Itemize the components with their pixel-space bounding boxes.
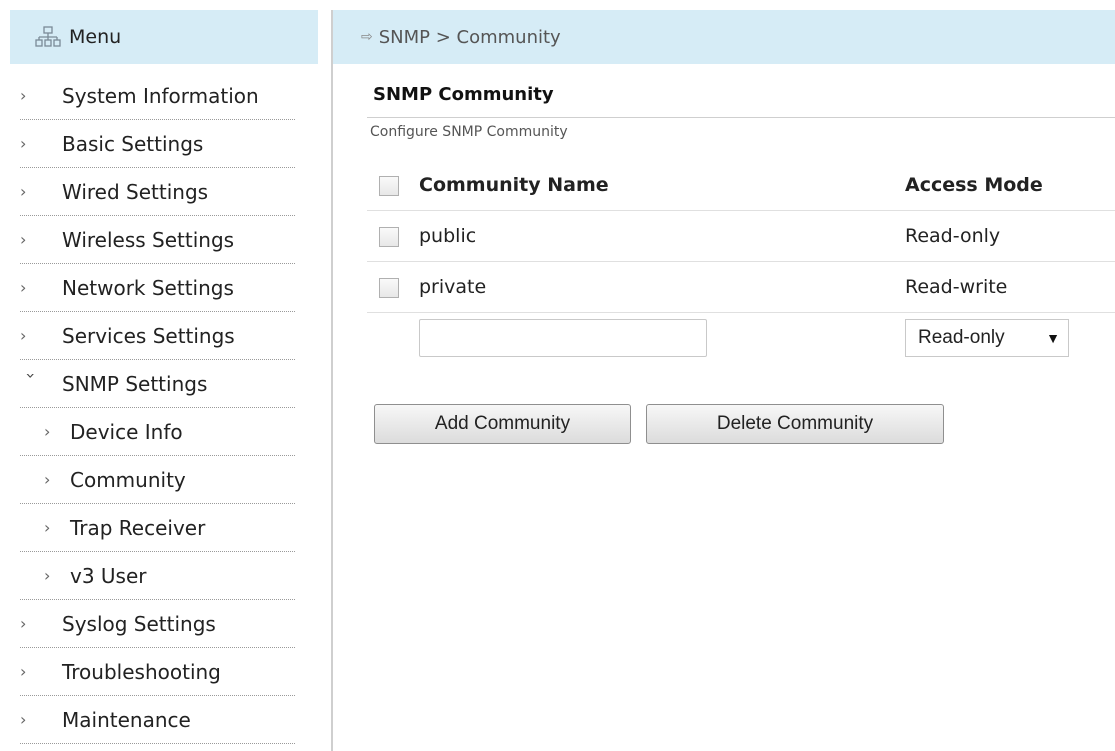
chevron-right-icon: › bbox=[20, 614, 27, 633]
table-header-row: Community Name Access Mode bbox=[367, 160, 1115, 211]
chevron-right-icon: › bbox=[44, 422, 51, 441]
sidebar-item-syslog-settings[interactable]: › Syslog Settings bbox=[20, 600, 295, 648]
chevron-right-icon: › bbox=[44, 518, 51, 537]
sidebar-nav: › System Information › Basic Settings › … bbox=[20, 72, 295, 744]
sidebar-divider bbox=[331, 10, 333, 751]
sidebar-item-system-information[interactable]: › System Information bbox=[20, 72, 295, 120]
access-mode-selected: Read-only bbox=[918, 327, 1005, 348]
column-header-name: Community Name bbox=[419, 160, 905, 211]
sidebar-item-services-settings[interactable]: › Services Settings bbox=[20, 312, 295, 360]
table-row: public Read-only bbox=[367, 210, 1115, 262]
community-table: Community Name Access Mode public Read-o… bbox=[367, 160, 1115, 363]
chevron-right-icon: › bbox=[20, 230, 27, 249]
chevron-right-icon: › bbox=[20, 182, 27, 201]
caret-down-icon: ▼ bbox=[1046, 330, 1060, 346]
new-entry-row: Read-only ▼ bbox=[367, 313, 1115, 364]
sidebar-subitem-v3-user[interactable]: › v3 User bbox=[20, 552, 295, 600]
chevron-down-icon: › bbox=[21, 372, 41, 379]
sidebar-item-wireless-settings[interactable]: › Wireless Settings bbox=[20, 216, 295, 264]
sidebar-item-basic-settings[interactable]: › Basic Settings bbox=[20, 120, 295, 168]
table-row: private Read-write bbox=[367, 261, 1115, 313]
sidebar-header: Menu bbox=[10, 10, 318, 64]
column-header-access-mode: Access Mode bbox=[905, 160, 1115, 211]
community-name-cell: public bbox=[419, 210, 905, 262]
delete-community-button[interactable]: Delete Community bbox=[646, 404, 944, 444]
access-mode-select[interactable]: Read-only ▼ bbox=[905, 319, 1069, 357]
breadcrumb: ⇨ SNMP > Community bbox=[333, 10, 1115, 64]
sidebar-subitem-device-info[interactable]: › Device Info bbox=[20, 408, 295, 456]
chevron-right-icon: › bbox=[20, 326, 27, 345]
section-divider bbox=[367, 117, 1115, 118]
row-checkbox[interactable] bbox=[379, 277, 399, 298]
sitemap-icon bbox=[35, 26, 61, 47]
row-checkbox[interactable] bbox=[379, 226, 399, 247]
sidebar-item-maintenance[interactable]: › Maintenance bbox=[20, 696, 295, 744]
access-mode-cell: Read-write bbox=[905, 261, 1115, 313]
sidebar-subitem-community[interactable]: › Community bbox=[20, 456, 295, 504]
sidebar-item-troubleshooting[interactable]: › Troubleshooting bbox=[20, 648, 295, 696]
sidebar-item-wired-settings[interactable]: › Wired Settings bbox=[20, 168, 295, 216]
select-all-checkbox[interactable] bbox=[379, 175, 399, 196]
breadcrumb-text: SNMP > Community bbox=[378, 26, 561, 48]
add-community-button[interactable]: Add Community bbox=[374, 404, 631, 444]
chevron-right-icon: › bbox=[20, 278, 27, 297]
chevron-right-icon: › bbox=[20, 134, 27, 153]
community-name-cell: private bbox=[419, 261, 905, 313]
community-name-input[interactable] bbox=[419, 319, 707, 357]
menu-title: Menu bbox=[69, 26, 122, 48]
chevron-right-icon: › bbox=[20, 710, 27, 729]
chevron-right-icon: › bbox=[44, 566, 51, 585]
chevron-right-icon: › bbox=[20, 662, 27, 681]
sidebar-item-snmp-settings[interactable]: › SNMP Settings bbox=[20, 360, 295, 408]
sidebar-item-network-settings[interactable]: › Network Settings bbox=[20, 264, 295, 312]
chevron-right-icon: › bbox=[20, 86, 27, 105]
access-mode-cell: Read-only bbox=[905, 210, 1115, 262]
page-title: SNMP Community bbox=[373, 84, 554, 105]
section-description: Configure SNMP Community bbox=[370, 124, 568, 140]
arrow-right-icon: ⇨ bbox=[361, 29, 373, 45]
sidebar-subitem-trap-receiver[interactable]: › Trap Receiver bbox=[20, 504, 295, 552]
sidebar: Menu › System Information › Basic Settin… bbox=[0, 0, 318, 751]
chevron-right-icon: › bbox=[44, 470, 51, 489]
